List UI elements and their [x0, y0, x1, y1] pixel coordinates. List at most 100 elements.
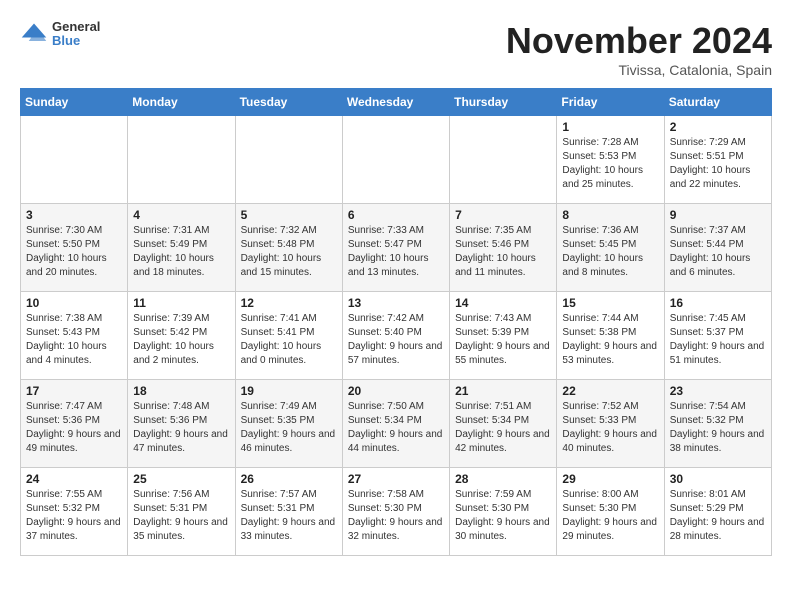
weekday-header-tuesday: Tuesday	[235, 89, 342, 116]
day-info: Sunrise: 7:42 AM Sunset: 5:40 PM Dayligh…	[348, 312, 444, 368]
calendar-cell: 4 Sunrise: 7:31 AM Sunset: 5:49 PM Daylig…	[128, 204, 235, 292]
logo-icon	[20, 20, 48, 48]
day-info: Sunrise: 7:48 AM Sunset: 5:36 PM Dayligh…	[133, 400, 229, 456]
day-info: Sunrise: 7:55 AM Sunset: 5:32 PM Dayligh…	[26, 488, 122, 544]
day-info: Sunrise: 7:44 AM Sunset: 5:38 PM Dayligh…	[562, 312, 658, 368]
day-info: Sunrise: 7:49 AM Sunset: 5:35 PM Dayligh…	[241, 400, 337, 456]
day-info: Sunrise: 7:45 AM Sunset: 5:37 PM Dayligh…	[670, 312, 766, 368]
calendar-cell: 10 Sunrise: 7:38 AM Sunset: 5:43 PM Dayli…	[21, 292, 128, 380]
calendar-cell: 25 Sunrise: 7:56 AM Sunset: 5:31 PM Dayli…	[128, 468, 235, 556]
calendar-cell: 14 Sunrise: 7:43 AM Sunset: 5:39 PM Dayli…	[450, 292, 557, 380]
day-number: 26	[241, 472, 337, 486]
day-number: 9	[670, 208, 766, 222]
day-number: 15	[562, 296, 658, 310]
day-number: 11	[133, 296, 229, 310]
day-number: 18	[133, 384, 229, 398]
day-info: Sunrise: 7:32 AM Sunset: 5:48 PM Dayligh…	[241, 224, 337, 280]
day-info: Sunrise: 7:36 AM Sunset: 5:45 PM Dayligh…	[562, 224, 658, 280]
calendar-cell: 7 Sunrise: 7:35 AM Sunset: 5:46 PM Daylig…	[450, 204, 557, 292]
logo-line2: Blue	[52, 34, 100, 48]
weekday-header-saturday: Saturday	[664, 89, 771, 116]
calendar-cell: 5 Sunrise: 7:32 AM Sunset: 5:48 PM Daylig…	[235, 204, 342, 292]
weekday-header-thursday: Thursday	[450, 89, 557, 116]
day-info: Sunrise: 7:57 AM Sunset: 5:31 PM Dayligh…	[241, 488, 337, 544]
day-number: 17	[26, 384, 122, 398]
day-info: Sunrise: 7:43 AM Sunset: 5:39 PM Dayligh…	[455, 312, 551, 368]
calendar-cell: 9Sunrise: 7:37 AM Sunset: 5:44 PM Daylig…	[664, 204, 771, 292]
calendar-cell: 26 Sunrise: 7:57 AM Sunset: 5:31 PM Dayli…	[235, 468, 342, 556]
calendar-cell: 17 Sunrise: 7:47 AM Sunset: 5:36 PM Dayli…	[21, 380, 128, 468]
weekday-header-wednesday: Wednesday	[342, 89, 449, 116]
location: Tivissa, Catalonia, Spain	[506, 62, 772, 78]
day-number: 7	[455, 208, 551, 222]
day-info: Sunrise: 7:38 AM Sunset: 5:43 PM Dayligh…	[26, 312, 122, 368]
day-info: Sunrise: 7:29 AM Sunset: 5:51 PM Dayligh…	[670, 136, 766, 192]
calendar-cell: 11 Sunrise: 7:39 AM Sunset: 5:42 PM Dayli…	[128, 292, 235, 380]
calendar-cell: 28 Sunrise: 7:59 AM Sunset: 5:30 PM Dayli…	[450, 468, 557, 556]
day-number: 12	[241, 296, 337, 310]
day-info: Sunrise: 8:00 AM Sunset: 5:30 PM Dayligh…	[562, 488, 658, 544]
calendar-cell	[342, 116, 449, 204]
calendar-cell: 16 Sunrise: 7:45 AM Sunset: 5:37 PM Dayli…	[664, 292, 771, 380]
calendar-cell: 22 Sunrise: 7:52 AM Sunset: 5:33 PM Dayli…	[557, 380, 664, 468]
day-number: 29	[562, 472, 658, 486]
calendar-cell: 18 Sunrise: 7:48 AM Sunset: 5:36 PM Dayli…	[128, 380, 235, 468]
day-info: Sunrise: 8:01 AM Sunset: 5:29 PM Dayligh…	[670, 488, 766, 544]
day-info: Sunrise: 7:35 AM Sunset: 5:46 PM Dayligh…	[455, 224, 551, 280]
calendar-cell: 20 Sunrise: 7:50 AM Sunset: 5:34 PM Dayli…	[342, 380, 449, 468]
month-title: November 2024	[506, 20, 772, 62]
weekday-header-sunday: Sunday	[21, 89, 128, 116]
calendar-cell	[235, 116, 342, 204]
day-number: 23	[670, 384, 766, 398]
day-info: Sunrise: 7:47 AM Sunset: 5:36 PM Dayligh…	[26, 400, 122, 456]
calendar-cell: 27Sunrise: 7:58 AM Sunset: 5:30 PM Dayli…	[342, 468, 449, 556]
day-info: Sunrise: 7:52 AM Sunset: 5:33 PM Dayligh…	[562, 400, 658, 456]
day-number: 21	[455, 384, 551, 398]
day-info: Sunrise: 7:30 AM Sunset: 5:50 PM Dayligh…	[26, 224, 122, 280]
day-info: Sunrise: 7:59 AM Sunset: 5:30 PM Dayligh…	[455, 488, 551, 544]
calendar-cell: 6 Sunrise: 7:33 AM Sunset: 5:47 PM Daylig…	[342, 204, 449, 292]
day-number: 6	[348, 208, 444, 222]
day-number: 5	[241, 208, 337, 222]
day-number: 28	[455, 472, 551, 486]
calendar-cell	[450, 116, 557, 204]
day-number: 22	[562, 384, 658, 398]
day-info: Sunrise: 7:54 AM Sunset: 5:32 PM Dayligh…	[670, 400, 766, 456]
calendar-cell: 15 Sunrise: 7:44 AM Sunset: 5:38 PM Dayli…	[557, 292, 664, 380]
page-header: General Blue November 2024 Tivissa, Cata…	[20, 20, 772, 78]
title-block: November 2024 Tivissa, Catalonia, Spain	[506, 20, 772, 78]
logo: General Blue	[20, 20, 100, 49]
calendar-cell: 23 Sunrise: 7:54 AM Sunset: 5:32 PM Dayli…	[664, 380, 771, 468]
day-number: 16	[670, 296, 766, 310]
calendar-cell: 12 Sunrise: 7:41 AM Sunset: 5:41 PM Dayli…	[235, 292, 342, 380]
calendar-cell: 19Sunrise: 7:49 AM Sunset: 5:35 PM Dayli…	[235, 380, 342, 468]
calendar-cell: 8 Sunrise: 7:36 AM Sunset: 5:45 PM Daylig…	[557, 204, 664, 292]
calendar-cell: 29 Sunrise: 8:00 AM Sunset: 5:30 PM Dayli…	[557, 468, 664, 556]
calendar-cell	[21, 116, 128, 204]
weekday-header-friday: Friday	[557, 89, 664, 116]
day-number: 14	[455, 296, 551, 310]
logo-line1: General	[52, 20, 100, 34]
day-info: Sunrise: 7:28 AM Sunset: 5:53 PM Dayligh…	[562, 136, 658, 192]
calendar-cell: 13 Sunrise: 7:42 AM Sunset: 5:40 PM Dayli…	[342, 292, 449, 380]
day-info: Sunrise: 7:41 AM Sunset: 5:41 PM Dayligh…	[241, 312, 337, 368]
day-number: 4	[133, 208, 229, 222]
day-number: 13	[348, 296, 444, 310]
calendar-table: SundayMondayTuesdayWednesdayThursdayFrid…	[20, 88, 772, 556]
day-info: Sunrise: 7:50 AM Sunset: 5:34 PM Dayligh…	[348, 400, 444, 456]
day-info: Sunrise: 7:56 AM Sunset: 5:31 PM Dayligh…	[133, 488, 229, 544]
day-number: 20	[348, 384, 444, 398]
day-number: 30	[670, 472, 766, 486]
calendar-cell	[128, 116, 235, 204]
day-number: 1	[562, 120, 658, 134]
day-info: Sunrise: 7:39 AM Sunset: 5:42 PM Dayligh…	[133, 312, 229, 368]
day-number: 10	[26, 296, 122, 310]
day-info: Sunrise: 7:31 AM Sunset: 5:49 PM Dayligh…	[133, 224, 229, 280]
day-number: 25	[133, 472, 229, 486]
calendar-cell: 1 Sunrise: 7:28 AM Sunset: 5:53 PM Daylig…	[557, 116, 664, 204]
calendar-cell: 21 Sunrise: 7:51 AM Sunset: 5:34 PM Dayli…	[450, 380, 557, 468]
day-number: 8	[562, 208, 658, 222]
day-info: Sunrise: 7:33 AM Sunset: 5:47 PM Dayligh…	[348, 224, 444, 280]
day-info: Sunrise: 7:51 AM Sunset: 5:34 PM Dayligh…	[455, 400, 551, 456]
calendar-cell: 3Sunrise: 7:30 AM Sunset: 5:50 PM Daylig…	[21, 204, 128, 292]
